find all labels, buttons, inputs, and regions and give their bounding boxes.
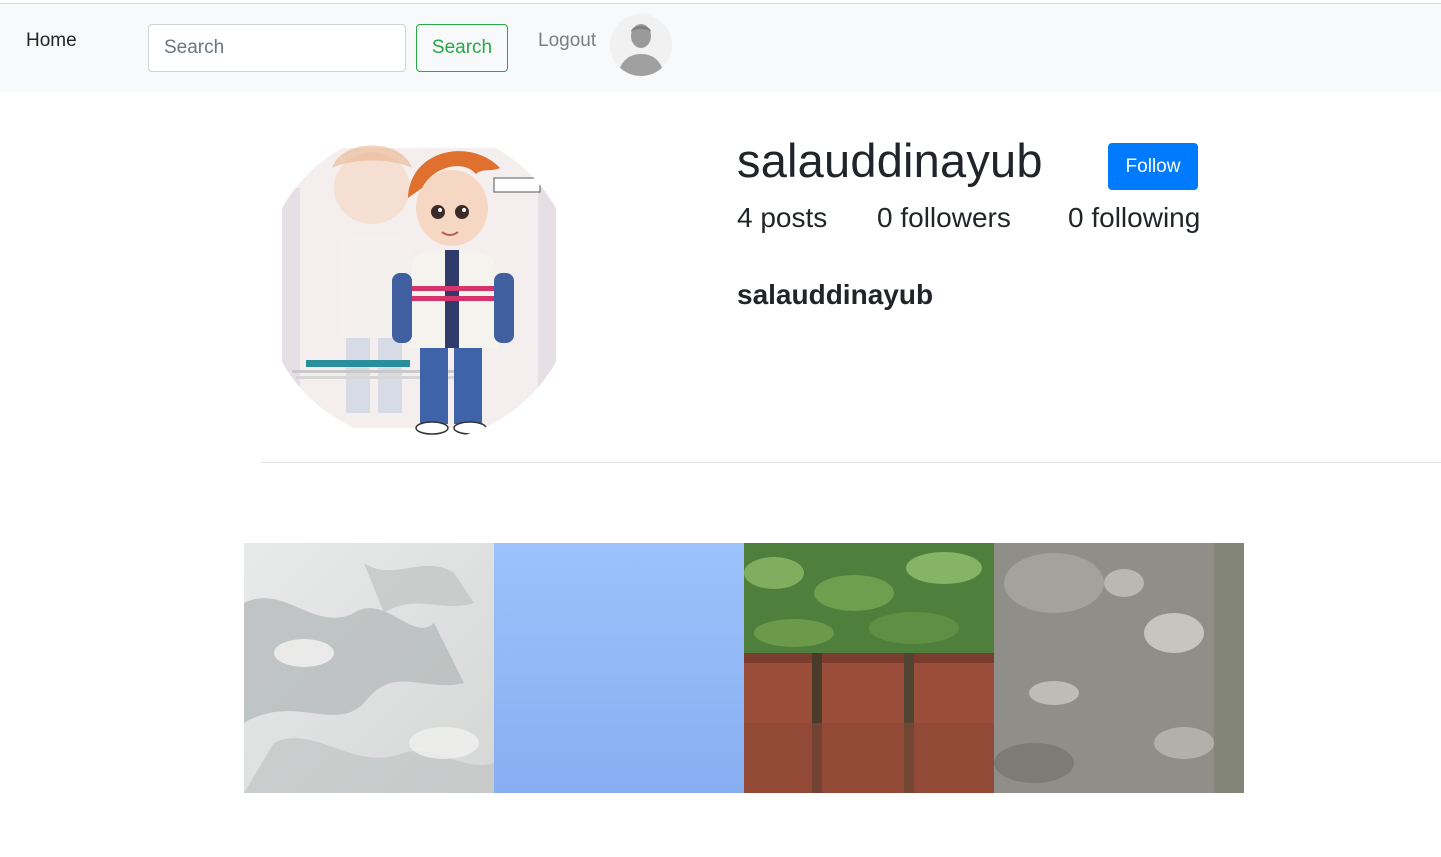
profile-divider bbox=[261, 462, 1441, 463]
post-thumbnail[interactable] bbox=[494, 543, 744, 793]
user-avatar-icon[interactable] bbox=[610, 14, 672, 76]
post-thumbnail[interactable] bbox=[994, 543, 1244, 793]
followers-count[interactable]: 0 followers bbox=[877, 202, 1011, 234]
logout-link[interactable]: Logout bbox=[538, 30, 596, 52]
post-thumbnail[interactable] bbox=[744, 543, 994, 793]
search-input[interactable] bbox=[148, 24, 406, 72]
nav-home-link[interactable]: Home bbox=[26, 30, 77, 52]
navbar: Home Search Logout bbox=[0, 4, 1441, 92]
following-count[interactable]: 0 following bbox=[1068, 202, 1200, 234]
profile-display-name: salauddinayub bbox=[737, 279, 934, 310]
post-thumbnail[interactable] bbox=[244, 543, 494, 793]
follow-button[interactable]: Follow bbox=[1108, 143, 1198, 190]
profile-picture bbox=[262, 128, 576, 442]
profile-username: salauddinayub bbox=[737, 134, 1043, 187]
posts-count: 4 posts bbox=[737, 202, 828, 233]
search-button[interactable]: Search bbox=[416, 24, 508, 72]
